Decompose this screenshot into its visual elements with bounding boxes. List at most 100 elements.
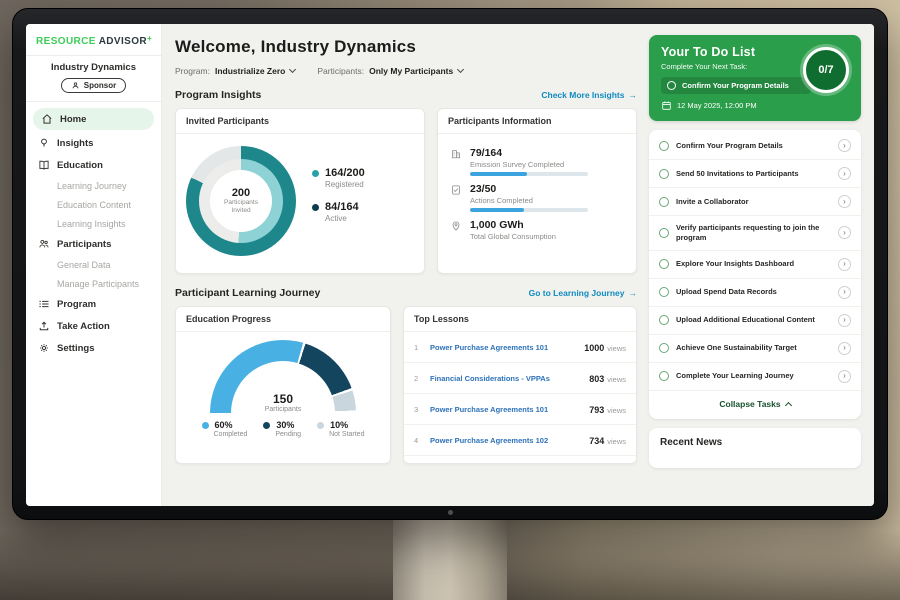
task-checkbox[interactable] bbox=[659, 141, 669, 151]
chevron-right-icon[interactable]: › bbox=[838, 342, 851, 355]
recent-news-title: Recent News bbox=[660, 437, 850, 448]
sidebar-item-manage-participants[interactable]: Manage Participants bbox=[26, 274, 161, 293]
lesson-rank: 2 bbox=[414, 374, 422, 383]
list-icon bbox=[38, 298, 50, 310]
lesson-views: 734 bbox=[589, 436, 604, 446]
task-row[interactable]: Explore Your Insights Dashboard › bbox=[649, 251, 861, 279]
legend-dot bbox=[312, 170, 319, 177]
task-checkbox[interactable] bbox=[659, 343, 669, 353]
lesson-rank: 1 bbox=[414, 343, 422, 352]
donut-center-value: 200 bbox=[232, 187, 250, 199]
task-row[interactable]: Upload Additional Educational Content › bbox=[649, 307, 861, 335]
legend-value: 84/164 bbox=[325, 201, 359, 213]
task-checkbox[interactable] bbox=[659, 169, 669, 179]
task-label: Achieve One Sustainability Target bbox=[676, 343, 831, 353]
sidebar-item-education-content[interactable]: Education Content bbox=[26, 195, 161, 214]
chevron-right-icon[interactable]: › bbox=[838, 195, 851, 208]
sidebar-item-learning-journey[interactable]: Learning Journey bbox=[26, 176, 161, 195]
check-more-insights-link[interactable]: Check More Insights → bbox=[541, 90, 637, 100]
legend-value: 164/200 bbox=[325, 167, 365, 179]
collapse-tasks-button[interactable]: Collapse Tasks bbox=[649, 391, 861, 417]
calendar-icon bbox=[661, 100, 672, 111]
task-row[interactable]: Achieve One Sustainability Target › bbox=[649, 335, 861, 363]
sidebar-item-program[interactable]: Program bbox=[26, 293, 161, 315]
link-label: Go to Learning Journey bbox=[529, 288, 625, 298]
task-checkbox[interactable] bbox=[659, 228, 669, 238]
top-lessons-card: Top Lessons 1 Power Purchase Agreements … bbox=[403, 306, 637, 464]
chevron-right-icon[interactable]: › bbox=[838, 286, 851, 299]
program-insights-header: Program Insights Check More Insights → bbox=[175, 89, 637, 101]
recent-news-card: Recent News bbox=[649, 428, 861, 468]
lesson-link[interactable]: Power Purchase Agreements 102 bbox=[430, 436, 581, 445]
lesson-row[interactable]: 5 Power Purchase Agreements 103 600views bbox=[404, 456, 636, 464]
task-checkbox[interactable] bbox=[659, 197, 669, 207]
next-task-row[interactable]: Confirm Your Program Details bbox=[661, 77, 811, 94]
lesson-row[interactable]: 1 Power Purchase Agreements 101 1000view… bbox=[404, 332, 636, 363]
sidebar-item-participants[interactable]: Participants bbox=[26, 233, 161, 255]
lesson-row[interactable]: 4 Power Purchase Agreements 102 734views bbox=[404, 425, 636, 456]
participants-dropdown[interactable]: Participants: Only My Participants bbox=[317, 66, 463, 76]
lesson-row[interactable]: 3 Power Purchase Agreements 101 793views bbox=[404, 394, 636, 425]
task-row[interactable]: Invite a Collaborator › bbox=[649, 188, 861, 216]
views-suffix: views bbox=[607, 437, 626, 446]
checkbox-icon[interactable] bbox=[667, 81, 676, 90]
stat-emission-survey: 79/164 Emission Survey Completed bbox=[450, 147, 624, 176]
chevron-right-icon[interactable]: › bbox=[838, 370, 851, 383]
monitor-bezel: RESOURCE ADVISOR+ Industry Dynamics Spon… bbox=[12, 8, 888, 520]
chevron-right-icon[interactable]: › bbox=[838, 139, 851, 152]
todo-progress-value: 0/7 bbox=[818, 64, 833, 76]
lesson-row[interactable]: 2 Financial Considerations - VPPAs 803vi… bbox=[404, 363, 636, 394]
lesson-link[interactable]: Power Purchase Agreements 101 bbox=[430, 343, 576, 352]
sidebar-item-learning-insights[interactable]: Learning Insights bbox=[26, 214, 161, 233]
todo-tasks-card: Confirm Your Program Details › Send 50 I… bbox=[649, 130, 861, 419]
sponsor-badge-label: Sponsor bbox=[84, 81, 116, 90]
lesson-views: 793 bbox=[589, 405, 604, 415]
sponsor-badge[interactable]: Sponsor bbox=[61, 78, 126, 93]
legend-value: 60% bbox=[215, 420, 233, 430]
collapse-label: Collapse Tasks bbox=[719, 399, 780, 409]
sidebar-item-education[interactable]: Education bbox=[26, 154, 161, 176]
task-row[interactable]: Verify participants requesting to join t… bbox=[649, 216, 861, 251]
divider bbox=[26, 101, 161, 102]
sidebar-item-take-action[interactable]: Take Action bbox=[26, 315, 161, 337]
legend-label: Completed bbox=[214, 431, 248, 438]
sidebar-item-settings[interactable]: Settings bbox=[26, 337, 161, 359]
stat-actions-completed: 23/50 Actions Completed bbox=[450, 183, 624, 212]
task-row[interactable]: Send 50 Invitations to Participants › bbox=[649, 160, 861, 188]
lesson-views: 803 bbox=[589, 374, 604, 384]
logo-plus: + bbox=[147, 34, 152, 43]
lesson-link[interactable]: Power Purchase Agreements 101 bbox=[430, 405, 581, 414]
gear-icon bbox=[38, 342, 50, 354]
lesson-link[interactable]: Financial Considerations - VPPAs bbox=[430, 374, 581, 383]
sidebar-item-general-data[interactable]: General Data bbox=[26, 255, 161, 274]
sidebar-item-insights[interactable]: Insights bbox=[26, 132, 161, 154]
education-legend: 60% Completed 30% Pending 10% bbox=[202, 420, 365, 438]
gauge-center-label: Participants bbox=[210, 406, 356, 413]
task-label: Send 50 Invitations to Participants bbox=[676, 169, 831, 179]
arrow-right-icon: → bbox=[629, 90, 638, 100]
legend-label: Active bbox=[325, 214, 365, 223]
task-row[interactable]: Confirm Your Program Details › bbox=[649, 132, 861, 160]
legend-item-registered: 164/200 Registered bbox=[312, 167, 365, 189]
program-dropdown[interactable]: Program: Industrialize Zero bbox=[175, 66, 295, 76]
chevron-right-icon[interactable]: › bbox=[838, 258, 851, 271]
insights-cards-row: Invited Participants 200 Participants In… bbox=[175, 108, 637, 274]
chevron-right-icon[interactable]: › bbox=[838, 314, 851, 327]
task-row[interactable]: Upload Spend Data Records › bbox=[649, 279, 861, 307]
task-checkbox[interactable] bbox=[659, 287, 669, 297]
task-checkbox[interactable] bbox=[659, 315, 669, 325]
task-row[interactable]: Complete Your Learning Journey › bbox=[649, 363, 861, 391]
stat-global-consumption: 1,000 GWh Total Global Consumption bbox=[450, 219, 624, 244]
card-title: Participants Information bbox=[438, 109, 636, 134]
go-to-learning-journey-link[interactable]: Go to Learning Journey → bbox=[529, 288, 637, 298]
sidebar-item-home[interactable]: Home bbox=[33, 108, 154, 130]
chevron-right-icon[interactable]: › bbox=[838, 167, 851, 180]
legend-value: 30% bbox=[276, 420, 294, 430]
sidebar-nav: Home Insights Education Learning Journey… bbox=[26, 108, 161, 359]
task-checkbox[interactable] bbox=[659, 259, 669, 269]
task-checkbox[interactable] bbox=[659, 371, 669, 381]
filters-row: Program: Industrialize Zero Participants… bbox=[175, 66, 637, 76]
participants-label: Participants: bbox=[317, 66, 364, 76]
chevron-right-icon[interactable]: › bbox=[838, 226, 851, 239]
gauge-center-value: 150 bbox=[210, 392, 356, 406]
